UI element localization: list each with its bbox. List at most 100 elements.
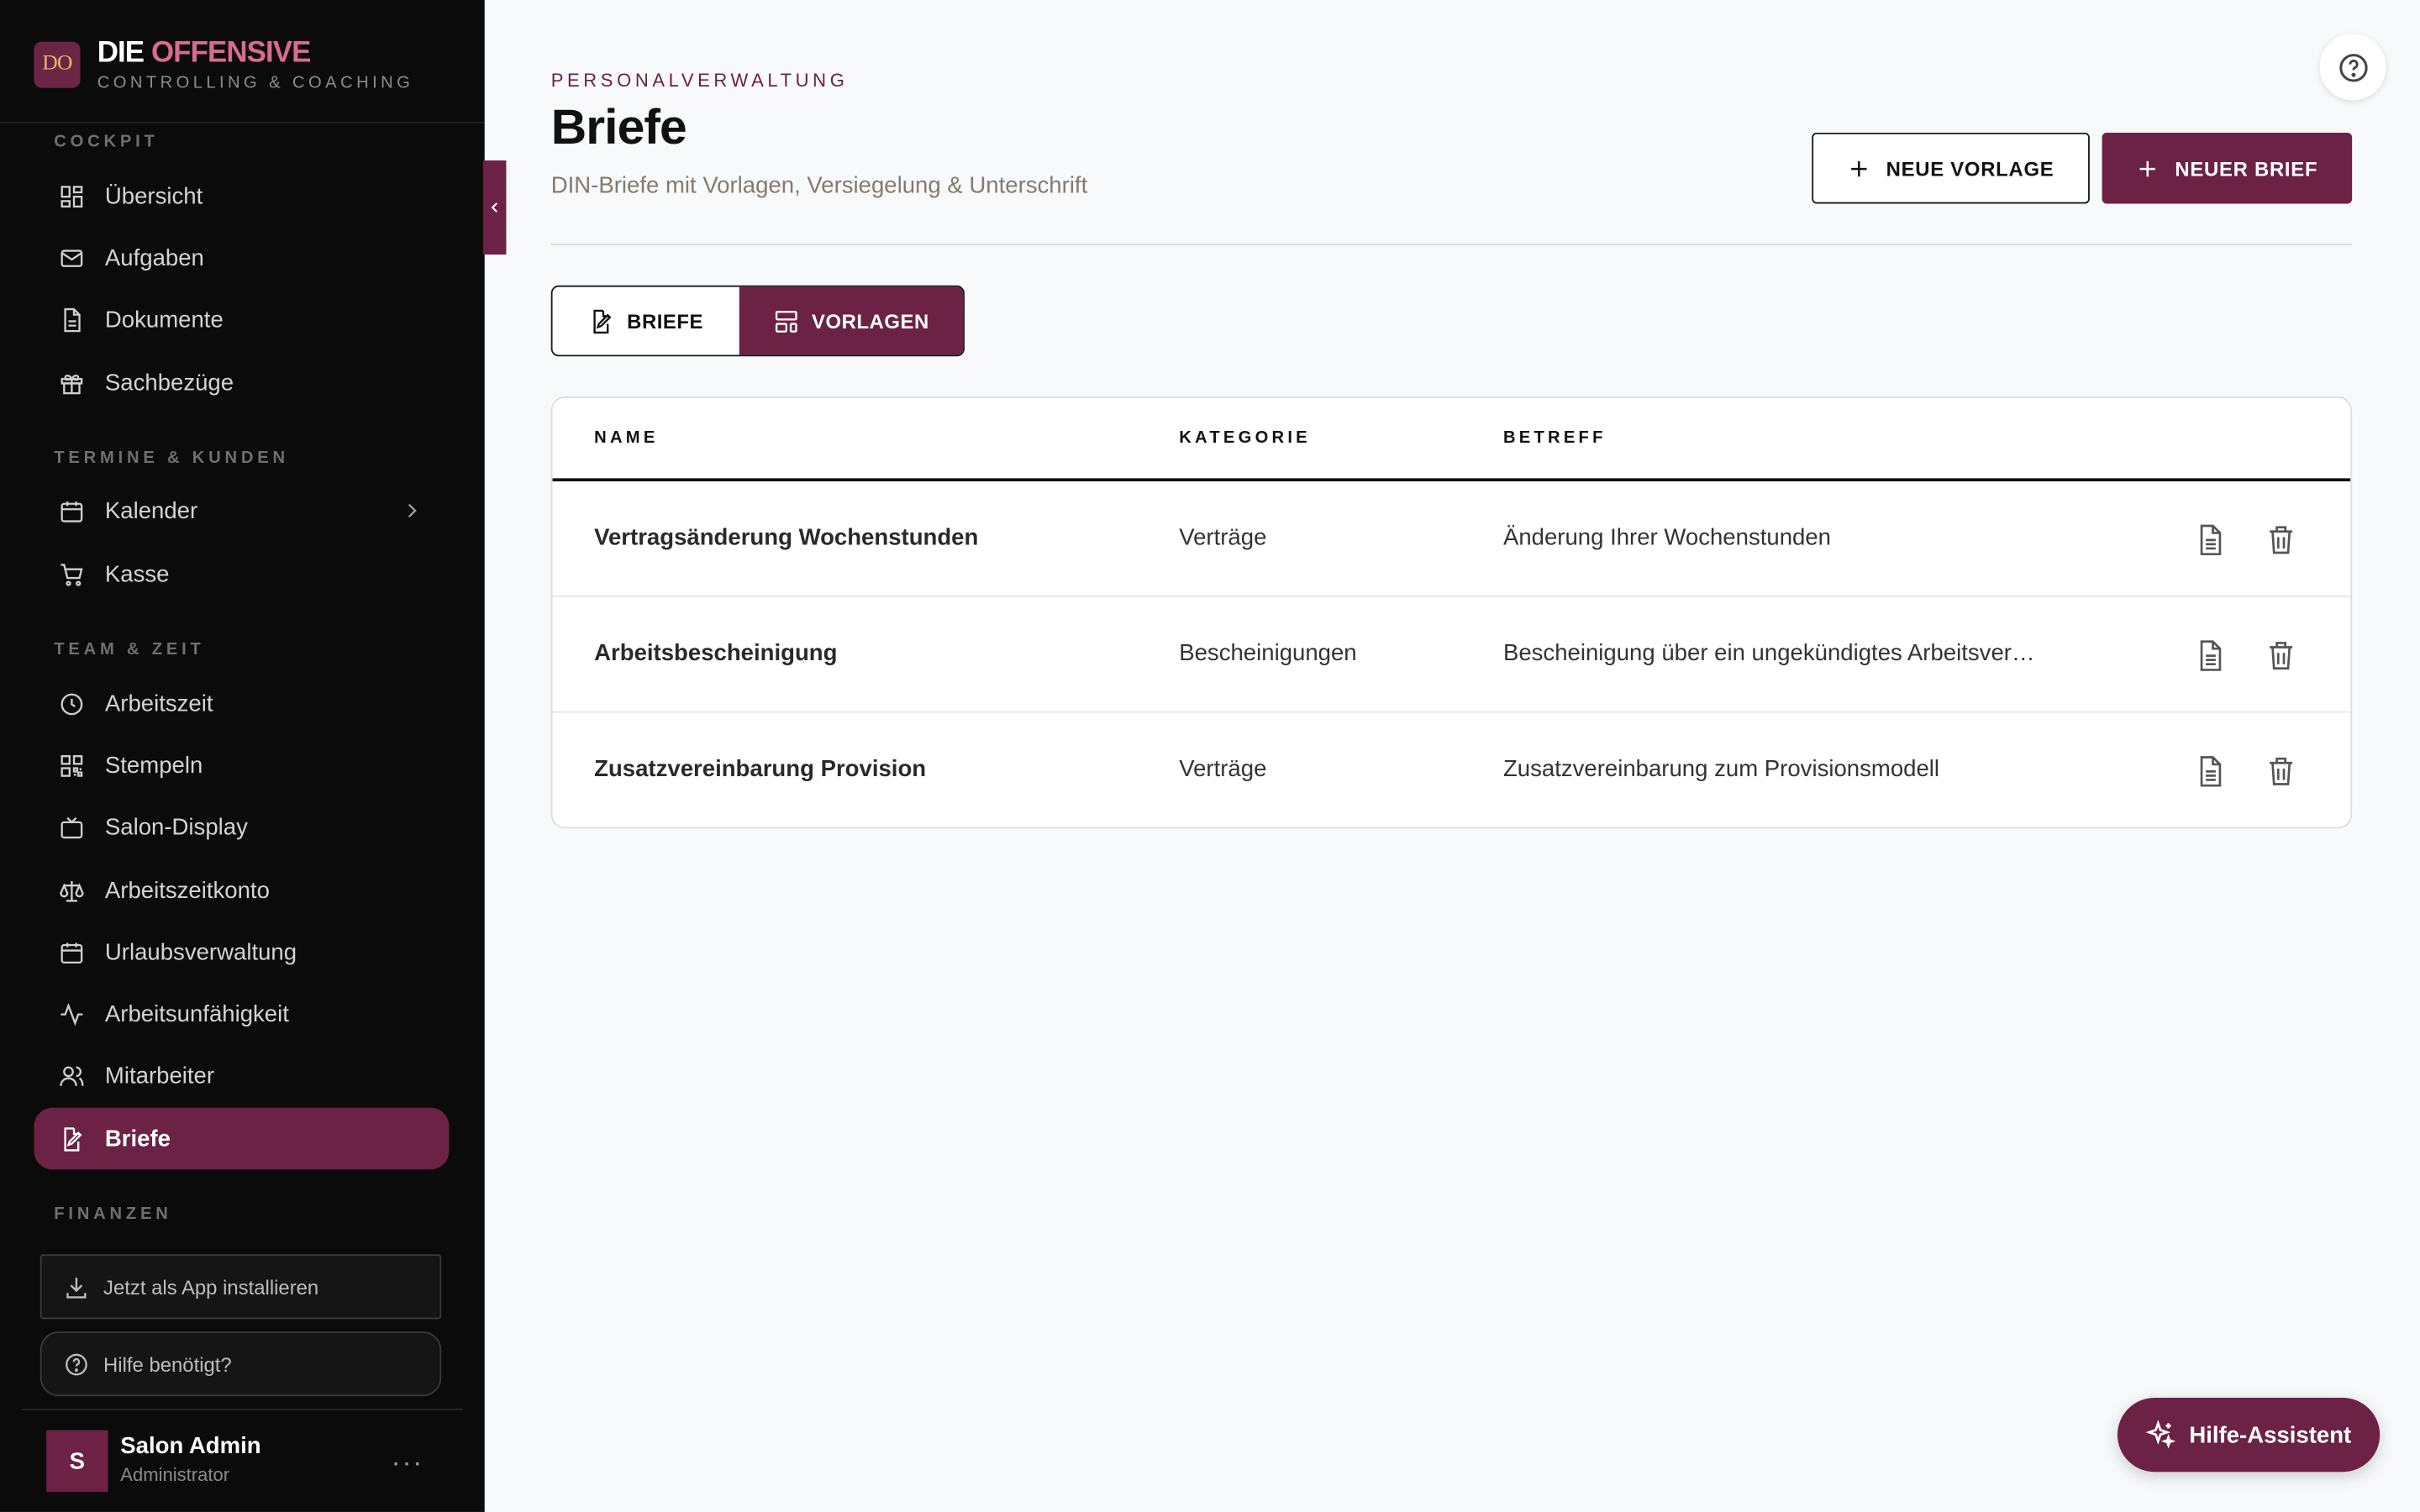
new-template-label: NEUE VORLAGE	[1886, 156, 2054, 180]
row-category: Verträge	[1179, 524, 1267, 551]
sidebar-collapse-button[interactable]	[482, 160, 507, 255]
row-category: Verträge	[1179, 755, 1267, 783]
brand-subtitle: CONTROLLING & COACHING	[97, 74, 414, 93]
sidebar-item-salon-display[interactable]: Salon-Display	[34, 796, 449, 858]
sidebar-item-mitarbeiter[interactable]: Mitarbeiter	[34, 1044, 449, 1105]
plus-icon	[1851, 160, 1867, 176]
qr-icon	[59, 752, 85, 778]
sidebar-item-arbeitszeit[interactable]: Arbeitszeit	[34, 673, 449, 734]
users-icon	[59, 1063, 85, 1089]
row-subject: Zusatzvereinbarung zum Provisionsmodell	[1502, 755, 1940, 783]
user-name: Salon Admin	[120, 1433, 261, 1460]
sidebar-item-label: Übersicht	[104, 182, 203, 209]
tab-vorlagen[interactable]: VORLAGEN	[739, 286, 964, 355]
sidebar-item-uebersicht[interactable]: Übersicht	[34, 165, 449, 227]
activity-icon	[59, 1000, 85, 1026]
sidebar-item-label: Aufgaben	[104, 244, 204, 271]
sidebar-item-label: Sachbezüge	[104, 369, 234, 396]
brand-title: DIE OFFENSIVE	[97, 37, 414, 71]
download-icon	[66, 1277, 87, 1298]
table-row[interactable]: Zusatzvereinbarung Provision Verträge Zu…	[553, 713, 2351, 827]
sidebar-item-label: Salon-Display	[104, 813, 248, 841]
install-app-label: Jetzt als App installieren	[103, 1275, 319, 1299]
sidebar-item-kalender[interactable]: Kalender	[34, 480, 449, 541]
plus-icon	[2140, 160, 2156, 176]
sidebar-item-aufgaben[interactable]: Aufgaben	[34, 227, 449, 288]
gift-icon	[59, 370, 85, 396]
chevron-left-icon	[491, 202, 497, 213]
sidebar-item-urlaubsverwaltung[interactable]: Urlaubsverwaltung	[34, 921, 449, 983]
tab-briefe[interactable]: BRIEFE	[553, 287, 739, 355]
sidebar-item-sachbezuege[interactable]: Sachbezüge	[34, 352, 449, 413]
sidebar-item-stempeln[interactable]: Stempeln	[34, 734, 449, 795]
sidebar-item-briefe[interactable]: Briefe	[34, 1107, 450, 1170]
column-header-name[interactable]: NAME	[594, 429, 658, 448]
layout-template-icon	[775, 310, 797, 332]
preview-document-icon[interactable]	[2193, 638, 2227, 675]
sidebar-item-arbeitsunfaehigkeit[interactable]: Arbeitsunfähigkeit	[34, 983, 449, 1044]
edit-document-icon	[593, 308, 612, 333]
new-letter-label: NEUER BRIEF	[2175, 156, 2318, 180]
scale-icon	[59, 877, 85, 903]
column-header-category[interactable]: KATEGORIE	[1179, 429, 1311, 448]
brand[interactable]: DO DIE OFFENSIVE CONTROLLING & COACHING	[34, 31, 413, 99]
page-subtitle: DIN-Briefe mit Vorlagen, Versiegelung & …	[550, 172, 1088, 199]
delete-icon[interactable]	[2264, 638, 2297, 675]
sidebar-item-label: Urlaubsverwaltung	[104, 938, 297, 965]
install-app-button[interactable]: Jetzt als App installieren	[39, 1254, 442, 1320]
help-button[interactable]	[2319, 34, 2386, 101]
help-circle-icon	[2338, 53, 2367, 81]
sidebar-item-label: Stempeln	[104, 752, 203, 779]
row-name: Arbeitsbescheinigung	[594, 640, 838, 667]
sidebar-item-kasse[interactable]: Kasse	[34, 543, 449, 605]
section-label-team: TEAM & ZEIT	[54, 640, 205, 659]
sparkles-icon	[2146, 1420, 2177, 1449]
table-row[interactable]: Arbeitsbescheinigung Bescheinigungen Bes…	[552, 597, 2351, 713]
preview-document-icon[interactable]	[2193, 522, 2227, 559]
column-header-subject[interactable]: BETREFF	[1503, 429, 1607, 448]
section-label-termine: TERMINE & KUNDEN	[54, 449, 289, 468]
section-label-cockpit: COCKPIT	[54, 132, 159, 151]
row-name: Vertragsänderung Wochenstunden	[594, 524, 979, 551]
row-name: Zusatzvereinbarung Provision	[594, 755, 927, 783]
sidebar-item-arbeitszeitkonto[interactable]: Arbeitszeitkonto	[34, 859, 449, 921]
delete-icon[interactable]	[2264, 753, 2297, 790]
help-needed-label: Hilfe benötigt?	[103, 1352, 232, 1376]
sidebar-item-dokumente[interactable]: Dokumente	[34, 288, 449, 349]
tv-icon	[59, 814, 85, 840]
help-assistant-button[interactable]: Hilfe-Assistent	[2117, 1398, 2381, 1473]
help-needed-button[interactable]: Hilfe benötigt?	[39, 1331, 442, 1397]
row-subject: Änderung Ihrer Wochenstunden	[1502, 524, 1832, 551]
divider	[0, 122, 485, 123]
preview-document-icon[interactable]	[2193, 753, 2227, 790]
calendar-icon	[59, 939, 85, 965]
avatar[interactable]: S	[46, 1430, 108, 1493]
document-icon	[59, 307, 85, 333]
page-overline: PERSONALVERWALTUNG	[550, 69, 849, 92]
mail-icon	[59, 244, 85, 270]
table-row[interactable]: Vertragsänderung Wochenstunden Verträge …	[552, 481, 2351, 597]
tab-label: VORLAGEN	[812, 309, 929, 333]
more-options-icon[interactable]: ···	[389, 1447, 426, 1478]
calendar-icon	[59, 497, 85, 523]
sidebar-item-label: Mitarbeiter	[104, 1062, 215, 1089]
sidebar-item-label: Dokumente	[104, 306, 224, 333]
divider	[21, 1408, 464, 1410]
delete-icon[interactable]	[2264, 522, 2297, 559]
dashboard-icon	[59, 183, 85, 209]
clock-icon	[59, 690, 85, 717]
brand-title-part2: OFFENSIVE	[150, 37, 311, 70]
user-role: Administrator	[120, 1464, 230, 1486]
edit-document-icon	[59, 1126, 85, 1152]
help-circle-icon	[66, 1352, 87, 1375]
new-letter-button[interactable]: NEUER BRIEF	[2102, 132, 2353, 204]
sidebar-item-label: Arbeitsunfähigkeit	[104, 1000, 289, 1027]
sidebar-item-label: Arbeitszeitkonto	[104, 877, 270, 904]
new-template-button[interactable]: NEUE VORLAGE	[1812, 132, 2090, 204]
page-title: Briefe	[550, 98, 687, 155]
tab-label: BRIEFE	[627, 309, 704, 333]
help-assistant-label: Hilfe-Assistent	[2189, 1421, 2352, 1448]
divider	[550, 244, 2353, 246]
sidebar-item-label: Kalender	[104, 497, 198, 524]
row-subject: Bescheinigung über ein ungekündigtes Arb…	[1502, 640, 2035, 667]
